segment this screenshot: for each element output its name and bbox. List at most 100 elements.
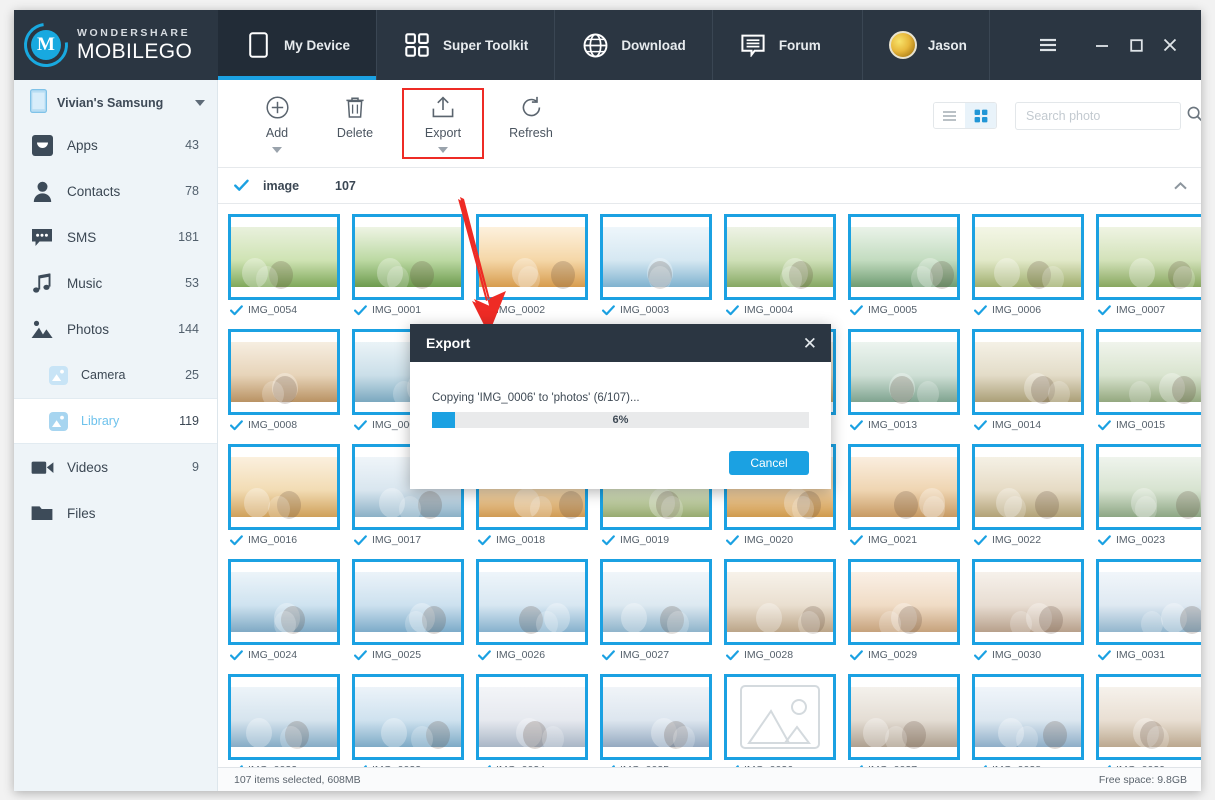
photo-select-checkbox[interactable] (850, 419, 863, 431)
photo-thumbnail[interactable] (600, 559, 712, 645)
photo-thumbnail[interactable] (600, 674, 712, 760)
photo-select-checkbox[interactable] (726, 534, 739, 546)
photo-select-checkbox[interactable] (230, 764, 243, 767)
photo-cell[interactable]: IMG_0031 (1096, 559, 1201, 665)
photo-cell[interactable]: IMG_0036 (724, 674, 836, 767)
photo-cell[interactable]: IMG_0024 (228, 559, 340, 665)
photo-thumbnail[interactable] (724, 214, 836, 300)
photo-thumbnail[interactable] (1096, 329, 1201, 415)
photo-thumbnail[interactable] (1096, 559, 1201, 645)
photo-thumbnail[interactable] (848, 559, 960, 645)
export-button[interactable]: Export (402, 88, 484, 159)
photo-select-checkbox[interactable] (230, 304, 243, 316)
photo-thumbnail[interactable] (228, 444, 340, 530)
photo-cell[interactable]: IMG_0054 (228, 214, 340, 320)
photo-cell[interactable]: IMG_0005 (848, 214, 960, 320)
nav-tab-download[interactable]: Download (555, 10, 713, 80)
sidebar-item-apps[interactable]: Apps 43 (14, 122, 217, 168)
search-icon[interactable] (1187, 106, 1201, 127)
photo-thumbnail[interactable] (848, 214, 960, 300)
chevron-up-icon[interactable] (1174, 177, 1187, 195)
photo-select-checkbox[interactable] (1098, 419, 1111, 431)
photo-thumbnail[interactable] (1096, 444, 1201, 530)
maximize-icon[interactable] (1119, 25, 1153, 65)
photo-select-checkbox[interactable] (602, 764, 615, 767)
search-box[interactable] (1015, 102, 1201, 130)
photo-select-checkbox[interactable] (478, 534, 491, 546)
device-selector[interactable]: Vivian's Samsung (14, 84, 217, 122)
photo-thumbnail[interactable] (476, 214, 588, 300)
nav-tab-my-device[interactable]: My Device (218, 10, 378, 80)
photo-cell[interactable]: IMG_0014 (972, 329, 1084, 435)
photo-select-checkbox[interactable] (602, 534, 615, 546)
photo-cell[interactable]: IMG_0033 (352, 674, 464, 767)
photo-thumbnail[interactable] (228, 559, 340, 645)
photo-cell[interactable]: IMG_0001 (352, 214, 464, 320)
photo-thumbnail[interactable] (228, 674, 340, 760)
photo-select-checkbox[interactable] (850, 534, 863, 546)
list-view-icon[interactable] (934, 103, 965, 128)
close-icon[interactable]: ✕ (803, 335, 817, 352)
sidebar-item-camera[interactable]: Camera 25 (14, 352, 217, 398)
photo-cell[interactable]: IMG_0002 (476, 214, 588, 320)
photo-thumbnail[interactable] (848, 444, 960, 530)
nav-tab-forum[interactable]: Forum (713, 10, 863, 80)
group-select-checkbox[interactable] (234, 179, 249, 192)
photo-thumbnail[interactable] (1096, 214, 1201, 300)
photo-cell[interactable]: IMG_0006 (972, 214, 1084, 320)
photo-cell[interactable]: IMG_0025 (352, 559, 464, 665)
photo-select-checkbox[interactable] (602, 304, 615, 316)
photo-cell[interactable]: IMG_0016 (228, 444, 340, 550)
photo-select-checkbox[interactable] (974, 419, 987, 431)
photo-select-checkbox[interactable] (478, 764, 491, 767)
photo-thumbnail[interactable] (352, 674, 464, 760)
photo-select-checkbox[interactable] (850, 304, 863, 316)
photo-thumbnail[interactable] (476, 674, 588, 760)
photo-select-checkbox[interactable] (354, 534, 367, 546)
photo-select-checkbox[interactable] (726, 304, 739, 316)
photo-select-checkbox[interactable] (974, 649, 987, 661)
photo-select-checkbox[interactable] (974, 534, 987, 546)
photo-select-checkbox[interactable] (1098, 764, 1111, 767)
delete-button[interactable]: Delete (316, 88, 394, 140)
sidebar-item-music[interactable]: Music 53 (14, 260, 217, 306)
cancel-button[interactable]: Cancel (729, 451, 809, 475)
photo-cell[interactable]: IMG_0026 (476, 559, 588, 665)
photo-cell[interactable]: IMG_0013 (848, 329, 960, 435)
photo-thumbnail[interactable] (228, 329, 340, 415)
photo-cell[interactable]: IMG_0027 (600, 559, 712, 665)
photo-select-checkbox[interactable] (1098, 649, 1111, 661)
photo-select-checkbox[interactable] (974, 764, 987, 767)
photo-thumbnail[interactable] (972, 559, 1084, 645)
close-icon[interactable] (1153, 25, 1187, 65)
photo-thumbnail[interactable] (352, 559, 464, 645)
photo-thumbnail[interactable] (972, 444, 1084, 530)
photo-select-checkbox[interactable] (478, 304, 491, 316)
chevron-down-icon[interactable] (195, 100, 205, 106)
photo-select-checkbox[interactable] (850, 649, 863, 661)
sidebar-item-contacts[interactable]: Contacts 78 (14, 168, 217, 214)
photo-select-checkbox[interactable] (1098, 304, 1111, 316)
photo-cell[interactable]: IMG_0003 (600, 214, 712, 320)
photo-select-checkbox[interactable] (354, 764, 367, 767)
photo-cell[interactable]: IMG_0008 (228, 329, 340, 435)
menu-icon[interactable] (1031, 25, 1065, 65)
sidebar-item-videos[interactable]: Videos 9 (14, 444, 217, 490)
photo-thumbnail[interactable] (1096, 674, 1201, 760)
photo-select-checkbox[interactable] (354, 649, 367, 661)
photo-cell[interactable]: IMG_0022 (972, 444, 1084, 550)
photo-cell[interactable]: IMG_0030 (972, 559, 1084, 665)
photo-cell[interactable]: IMG_0035 (600, 674, 712, 767)
photo-cell[interactable]: IMG_0038 (972, 674, 1084, 767)
chevron-down-icon[interactable] (272, 147, 282, 153)
photo-thumbnail[interactable] (848, 329, 960, 415)
photo-cell[interactable]: IMG_0028 (724, 559, 836, 665)
photo-cell[interactable]: IMG_0007 (1096, 214, 1201, 320)
photo-select-checkbox[interactable] (1098, 534, 1111, 546)
photo-cell[interactable]: IMG_0004 (724, 214, 836, 320)
minimize-icon[interactable] (1085, 25, 1119, 65)
photo-thumbnail[interactable] (724, 674, 836, 760)
photo-thumbnail[interactable] (352, 214, 464, 300)
sidebar-item-files[interactable]: Files (14, 490, 217, 536)
photo-cell[interactable]: IMG_0032 (228, 674, 340, 767)
